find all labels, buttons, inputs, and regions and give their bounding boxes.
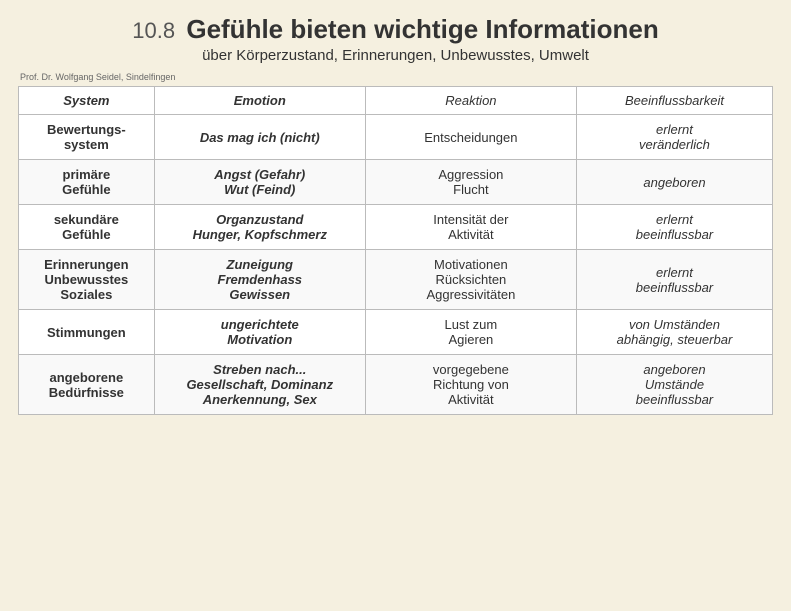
cell-emotion: Angst (Gefahr) Wut (Feind): [154, 160, 365, 205]
table-header-row: System Emotion Reaktion Beeinflussbarkei…: [19, 87, 773, 115]
main-table: System Emotion Reaktion Beeinflussbarkei…: [18, 86, 773, 415]
section-number: 10.8: [132, 18, 175, 43]
cell-reaktion: Lust zum Agieren: [365, 310, 576, 355]
table-row: Erinnerungen Unbewusstes SozialesZuneigu…: [19, 250, 773, 310]
cell-system: Stimmungen: [19, 310, 155, 355]
cell-emotion: Zuneigung Fremdenhass Gewissen: [154, 250, 365, 310]
col-header-beeinflussbarkeit: Beeinflussbarkeit: [576, 87, 772, 115]
cell-beeinflussbarkeit: angeboren: [576, 160, 772, 205]
main-title: 10.8 Gefühle bieten wichtige Information…: [20, 14, 771, 45]
cell-system: sekundäre Gefühle: [19, 205, 155, 250]
cell-beeinflussbarkeit: erlernt beeinflussbar: [576, 250, 772, 310]
col-header-reaktion: Reaktion: [365, 87, 576, 115]
col-header-emotion: Emotion: [154, 87, 365, 115]
cell-emotion: Organzustand Hunger, Kopfschmerz: [154, 205, 365, 250]
cell-emotion: Streben nach... Gesellschaft, Dominanz A…: [154, 355, 365, 415]
table-row: angeborene BedürfnisseStreben nach... Ge…: [19, 355, 773, 415]
header: 10.8 Gefühle bieten wichtige Information…: [0, 0, 791, 70]
cell-system: Erinnerungen Unbewusstes Soziales: [19, 250, 155, 310]
cell-emotion: Das mag ich (nicht): [154, 115, 365, 160]
cell-reaktion: Entscheidungen: [365, 115, 576, 160]
cell-beeinflussbarkeit: erlernt veränderlich: [576, 115, 772, 160]
author-text: Prof. Dr. Wolfgang Seidel, Sindelfingen: [0, 70, 791, 86]
cell-reaktion: vorgegebene Richtung von Aktivität: [365, 355, 576, 415]
table-row: sekundäre GefühleOrganzustand Hunger, Ko…: [19, 205, 773, 250]
cell-system: Bewertungs- system: [19, 115, 155, 160]
cell-beeinflussbarkeit: erlernt beeinflussbar: [576, 205, 772, 250]
cell-system: primäre Gefühle: [19, 160, 155, 205]
page: 10.8 Gefühle bieten wichtige Information…: [0, 0, 791, 611]
table-row: Stimmungenungerichtete MotivationLust zu…: [19, 310, 773, 355]
col-header-system: System: [19, 87, 155, 115]
table-container: System Emotion Reaktion Beeinflussbarkei…: [0, 86, 791, 611]
subtitle: über Körperzustand, Erinnerungen, Unbewu…: [20, 47, 771, 64]
cell-reaktion: Aggression Flucht: [365, 160, 576, 205]
cell-emotion: ungerichtete Motivation: [154, 310, 365, 355]
cell-beeinflussbarkeit: von Umständen abhängig, steuerbar: [576, 310, 772, 355]
title-text: Gefühle bieten wichtige Informationen: [186, 14, 658, 44]
cell-reaktion: Motivationen Rücksichten Aggressivitäten: [365, 250, 576, 310]
cell-system: angeborene Bedürfnisse: [19, 355, 155, 415]
cell-beeinflussbarkeit: angeboren Umstände beeinflussbar: [576, 355, 772, 415]
table-row: Bewertungs- systemDas mag ich (nicht)Ent…: [19, 115, 773, 160]
table-row: primäre GefühleAngst (Gefahr) Wut (Feind…: [19, 160, 773, 205]
cell-reaktion: Intensität der Aktivität: [365, 205, 576, 250]
